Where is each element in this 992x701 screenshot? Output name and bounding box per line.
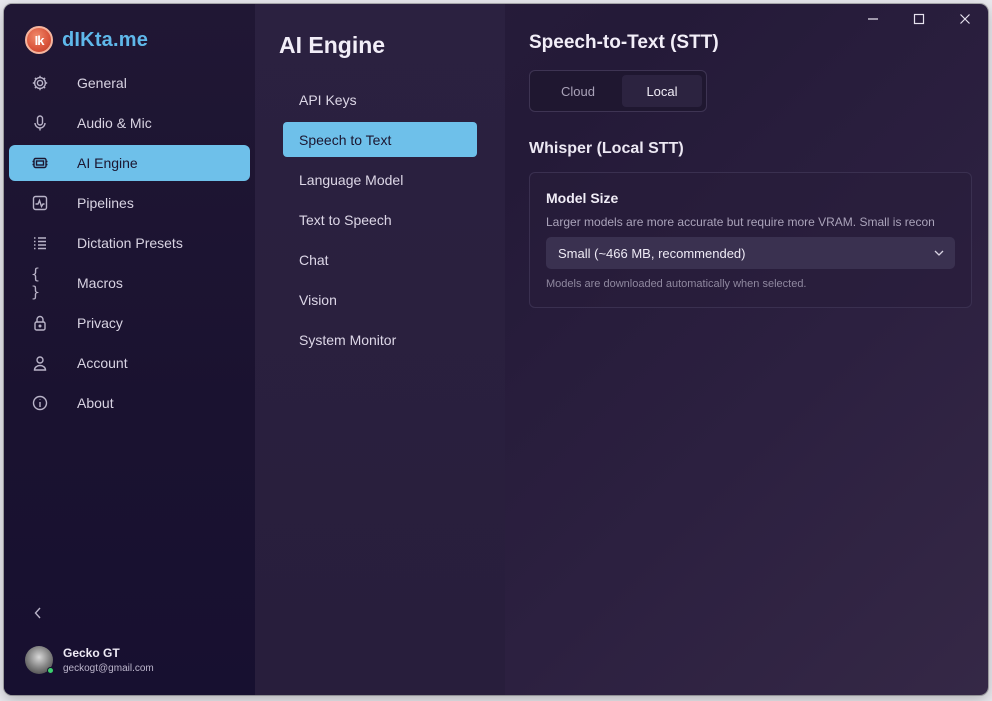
model-size-description: Larger models are more accurate but requ… [546,215,935,229]
gear-icon [31,74,49,92]
model-size-title: Model Size [546,190,619,206]
sidebar-item-label: Account [77,355,128,371]
maximize-icon [913,13,925,25]
model-size-note: Models are downloaded automatically when… [546,278,807,290]
sidebar-item-label: Macros [77,275,123,291]
online-status-icon [47,667,54,674]
close-button[interactable] [942,4,988,34]
braces-glyph: { } [31,265,41,301]
tab-language-model[interactable]: Language Model [283,162,477,197]
chevron-down-icon [934,250,944,256]
sidebar-item-label: Privacy [77,315,123,331]
tab-chat[interactable]: Chat [283,242,477,277]
sidebar-item-label: Pipelines [77,195,134,211]
app-name: dIKta.me [62,28,149,51]
user-icon [31,354,49,372]
tab-speech-to-text[interactable]: Speech to Text [283,122,477,157]
close-icon [960,14,970,24]
tab-vision[interactable]: Vision [283,282,477,317]
app-window: Ik dIKta.me General Audio & Mic AI Engin… [4,4,988,695]
page-title: AI Engine [279,32,386,58]
ai-engine-submenu: AI Engine API Keys Speech to Text Langua… [255,4,505,695]
sidebar: Ik dIKta.me General Audio & Mic AI Engin… [4,4,255,695]
app-logo-icon: Ik [25,26,53,54]
sidebar-item-audio-mic[interactable]: Audio & Mic [9,105,250,141]
info-icon [31,394,49,412]
tab-system-monitor[interactable]: System Monitor [283,322,477,357]
user-name: Gecko GT [63,646,120,660]
window-controls [850,4,988,34]
sidebar-item-about[interactable]: About [9,385,250,421]
sidebar-item-ai-engine[interactable]: AI Engine [9,145,250,181]
local-toggle-button[interactable]: Local [622,75,702,107]
whisper-section-title: Whisper (Local STT) [529,140,684,157]
user-profile[interactable]: Gecko GT geckogt@gmail.com [25,646,154,674]
sidebar-item-pipelines[interactable]: Pipelines [9,185,250,221]
maximize-button[interactable] [896,4,942,34]
sidebar-item-general[interactable]: General [9,65,250,101]
sidebar-item-label: Audio & Mic [77,115,152,131]
chevron-left-icon [34,607,41,619]
model-size-select-value: Small (~466 MB, recommended) [558,245,746,261]
model-size-card: Model Size Larger models are more accura… [529,172,972,308]
sidebar-item-macros[interactable]: { } Macros [9,265,250,301]
stt-mode-toggle: Cloud Local [529,70,707,112]
sidebar-item-account[interactable]: Account [9,345,250,381]
minimize-icon [868,18,878,20]
sidebar-item-label: Dictation Presets [77,235,183,251]
mic-icon [31,114,49,132]
braces-icon: { } [31,265,49,301]
cloud-toggle-button[interactable]: Cloud [534,75,622,107]
sidebar-item-label: General [77,75,127,91]
minimize-button[interactable] [850,4,896,34]
tab-text-to-speech[interactable]: Text to Speech [283,202,477,237]
collapse-sidebar-button[interactable] [30,604,46,622]
tab-api-keys[interactable]: API Keys [283,82,477,117]
sidebar-item-privacy[interactable]: Privacy [9,305,250,341]
model-size-select[interactable]: Small (~466 MB, recommended) [546,237,955,269]
list-icon [31,234,49,252]
avatar [25,646,54,674]
pulse-icon [31,194,49,212]
chip-icon [31,154,49,172]
lock-icon [31,314,49,332]
content-panel: Speech-to-Text (STT) Cloud Local Whisper… [505,4,988,695]
sidebar-item-label: About [77,395,114,411]
sidebar-item-dictation-presets[interactable]: Dictation Presets [9,225,250,261]
sidebar-item-label: AI Engine [77,155,138,171]
user-email: geckogt@gmail.com [63,663,154,674]
brand: Ik dIKta.me [25,26,148,54]
section-heading: Speech-to-Text (STT) [529,32,719,53]
